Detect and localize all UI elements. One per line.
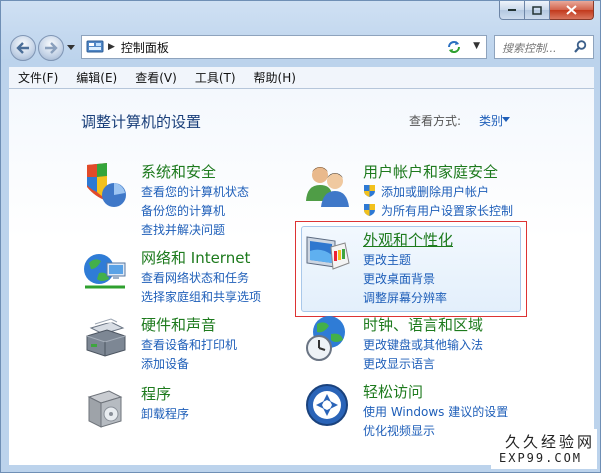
content-pane: 调整计算机的设置 查看方式: 类别 系统和安全 查看您的计算机状态 备份您的计算… xyxy=(9,89,594,465)
category-title[interactable]: 网络和 Internet xyxy=(141,247,250,268)
category-title[interactable]: 时钟、语言和区域 xyxy=(363,314,483,335)
link-change-theme[interactable]: 更改主题 xyxy=(363,251,411,268)
search-input[interactable] xyxy=(500,37,576,59)
uac-shield-icon xyxy=(364,204,375,216)
link-troubleshoot[interactable]: 查找并解决问题 xyxy=(141,221,225,238)
shield-icon[interactable] xyxy=(81,161,129,209)
watermark: 久久经验网 EXP99.COM xyxy=(491,429,597,469)
category-title[interactable]: 外观和个性化 xyxy=(363,229,453,250)
category-title[interactable]: 程序 xyxy=(141,383,171,404)
link-network-status[interactable]: 查看网络状态和任务 xyxy=(141,269,249,286)
menu-help[interactable]: 帮助(H) xyxy=(245,69,305,86)
menu-view[interactable]: 查看(V) xyxy=(126,69,186,86)
control-panel-icon xyxy=(86,40,104,53)
link-recommended-settings[interactable]: 使用 Windows 建议的设置 xyxy=(363,403,508,420)
link-check-status[interactable]: 查看您的计算机状态 xyxy=(141,183,249,200)
maximize-icon xyxy=(532,5,542,15)
uac-shield-icon xyxy=(364,185,375,197)
view-by-label: 查看方式: xyxy=(409,114,462,128)
link-optimize-display[interactable]: 优化视频显示 xyxy=(363,422,435,439)
appearance-monitor-icon[interactable] xyxy=(303,229,351,277)
page-title: 调整计算机的设置 xyxy=(81,113,202,131)
breadcrumb-control-panel[interactable]: 控制面板 xyxy=(121,39,169,56)
menu-file[interactable]: 文件(F) xyxy=(9,69,67,86)
link-text: 添加或删除用户帐户 xyxy=(381,185,490,199)
close-button[interactable] xyxy=(550,1,594,20)
link-change-background[interactable]: 更改桌面背景 xyxy=(363,270,435,287)
arrow-left-icon xyxy=(16,42,29,54)
maximize-button[interactable] xyxy=(525,1,550,20)
window-caption-buttons xyxy=(499,1,594,20)
link-add-remove-users[interactable]: 添加或删除用户帐户 xyxy=(363,183,489,200)
link-parental-controls[interactable]: 为所有用户设置家长控制 xyxy=(363,202,513,219)
clock-globe-icon[interactable] xyxy=(303,314,351,362)
menu-edit[interactable]: 编辑(E) xyxy=(67,69,126,86)
category-title[interactable]: 轻松访问 xyxy=(363,381,423,402)
link-add-device[interactable]: 添加设备 xyxy=(141,355,189,372)
watermark-line1: 久久经验网 xyxy=(505,433,596,451)
link-uninstall[interactable]: 卸载程序 xyxy=(141,405,189,422)
recent-pages-dropdown-icon[interactable] xyxy=(67,45,75,50)
category-title[interactable]: 硬件和声音 xyxy=(141,314,216,335)
search-box[interactable] xyxy=(494,35,594,59)
watermark-line2: EXP99.COM xyxy=(499,451,583,465)
menu-bar: 文件(F) 编辑(E) 查看(V) 工具(T) 帮助(H) xyxy=(9,67,594,89)
minimize-button[interactable] xyxy=(499,1,525,20)
category-title[interactable]: 用户帐户和家庭安全 xyxy=(363,161,498,182)
address-bar[interactable]: ▶ 控制面板 ▼ xyxy=(81,35,487,59)
link-backup[interactable]: 备份您的计算机 xyxy=(141,202,225,219)
link-text: 为所有用户设置家长控制 xyxy=(381,204,514,218)
address-dropdown-icon[interactable]: ▼ xyxy=(473,41,480,51)
refresh-icon[interactable] xyxy=(446,39,462,55)
back-button[interactable] xyxy=(10,35,36,61)
breadcrumb-separator-icon[interactable]: ▶ xyxy=(108,42,115,52)
minimize-icon xyxy=(508,9,516,11)
users-icon[interactable] xyxy=(303,161,351,209)
category-title[interactable]: 系统和安全 xyxy=(141,161,216,182)
link-display-language[interactable]: 更改显示语言 xyxy=(363,355,435,372)
menu-tools[interactable]: 工具(T) xyxy=(186,69,245,86)
link-screen-resolution[interactable]: 调整屏幕分辨率 xyxy=(363,289,447,306)
chevron-down-icon[interactable] xyxy=(502,117,510,122)
search-icon[interactable] xyxy=(574,40,587,53)
globe-network-icon[interactable] xyxy=(81,247,129,295)
control-panel-window: ▶ 控制面板 ▼ 文件(F) 编辑(E) 查看(V) 工具(T) 帮助(H) 调… xyxy=(0,0,601,473)
link-homegroup[interactable]: 选择家庭组和共享选项 xyxy=(141,288,261,305)
close-icon xyxy=(566,5,577,15)
arrow-right-icon xyxy=(45,42,58,54)
programs-box-icon[interactable] xyxy=(81,383,129,431)
link-change-keyboard[interactable]: 更改键盘或其他输入法 xyxy=(363,336,483,353)
ease-of-access-icon[interactable] xyxy=(303,381,351,429)
view-by-dropdown[interactable]: 类别 xyxy=(479,112,503,129)
printer-icon[interactable] xyxy=(81,314,129,362)
link-devices-printers[interactable]: 查看设备和打印机 xyxy=(141,336,237,353)
forward-button[interactable] xyxy=(38,35,64,61)
